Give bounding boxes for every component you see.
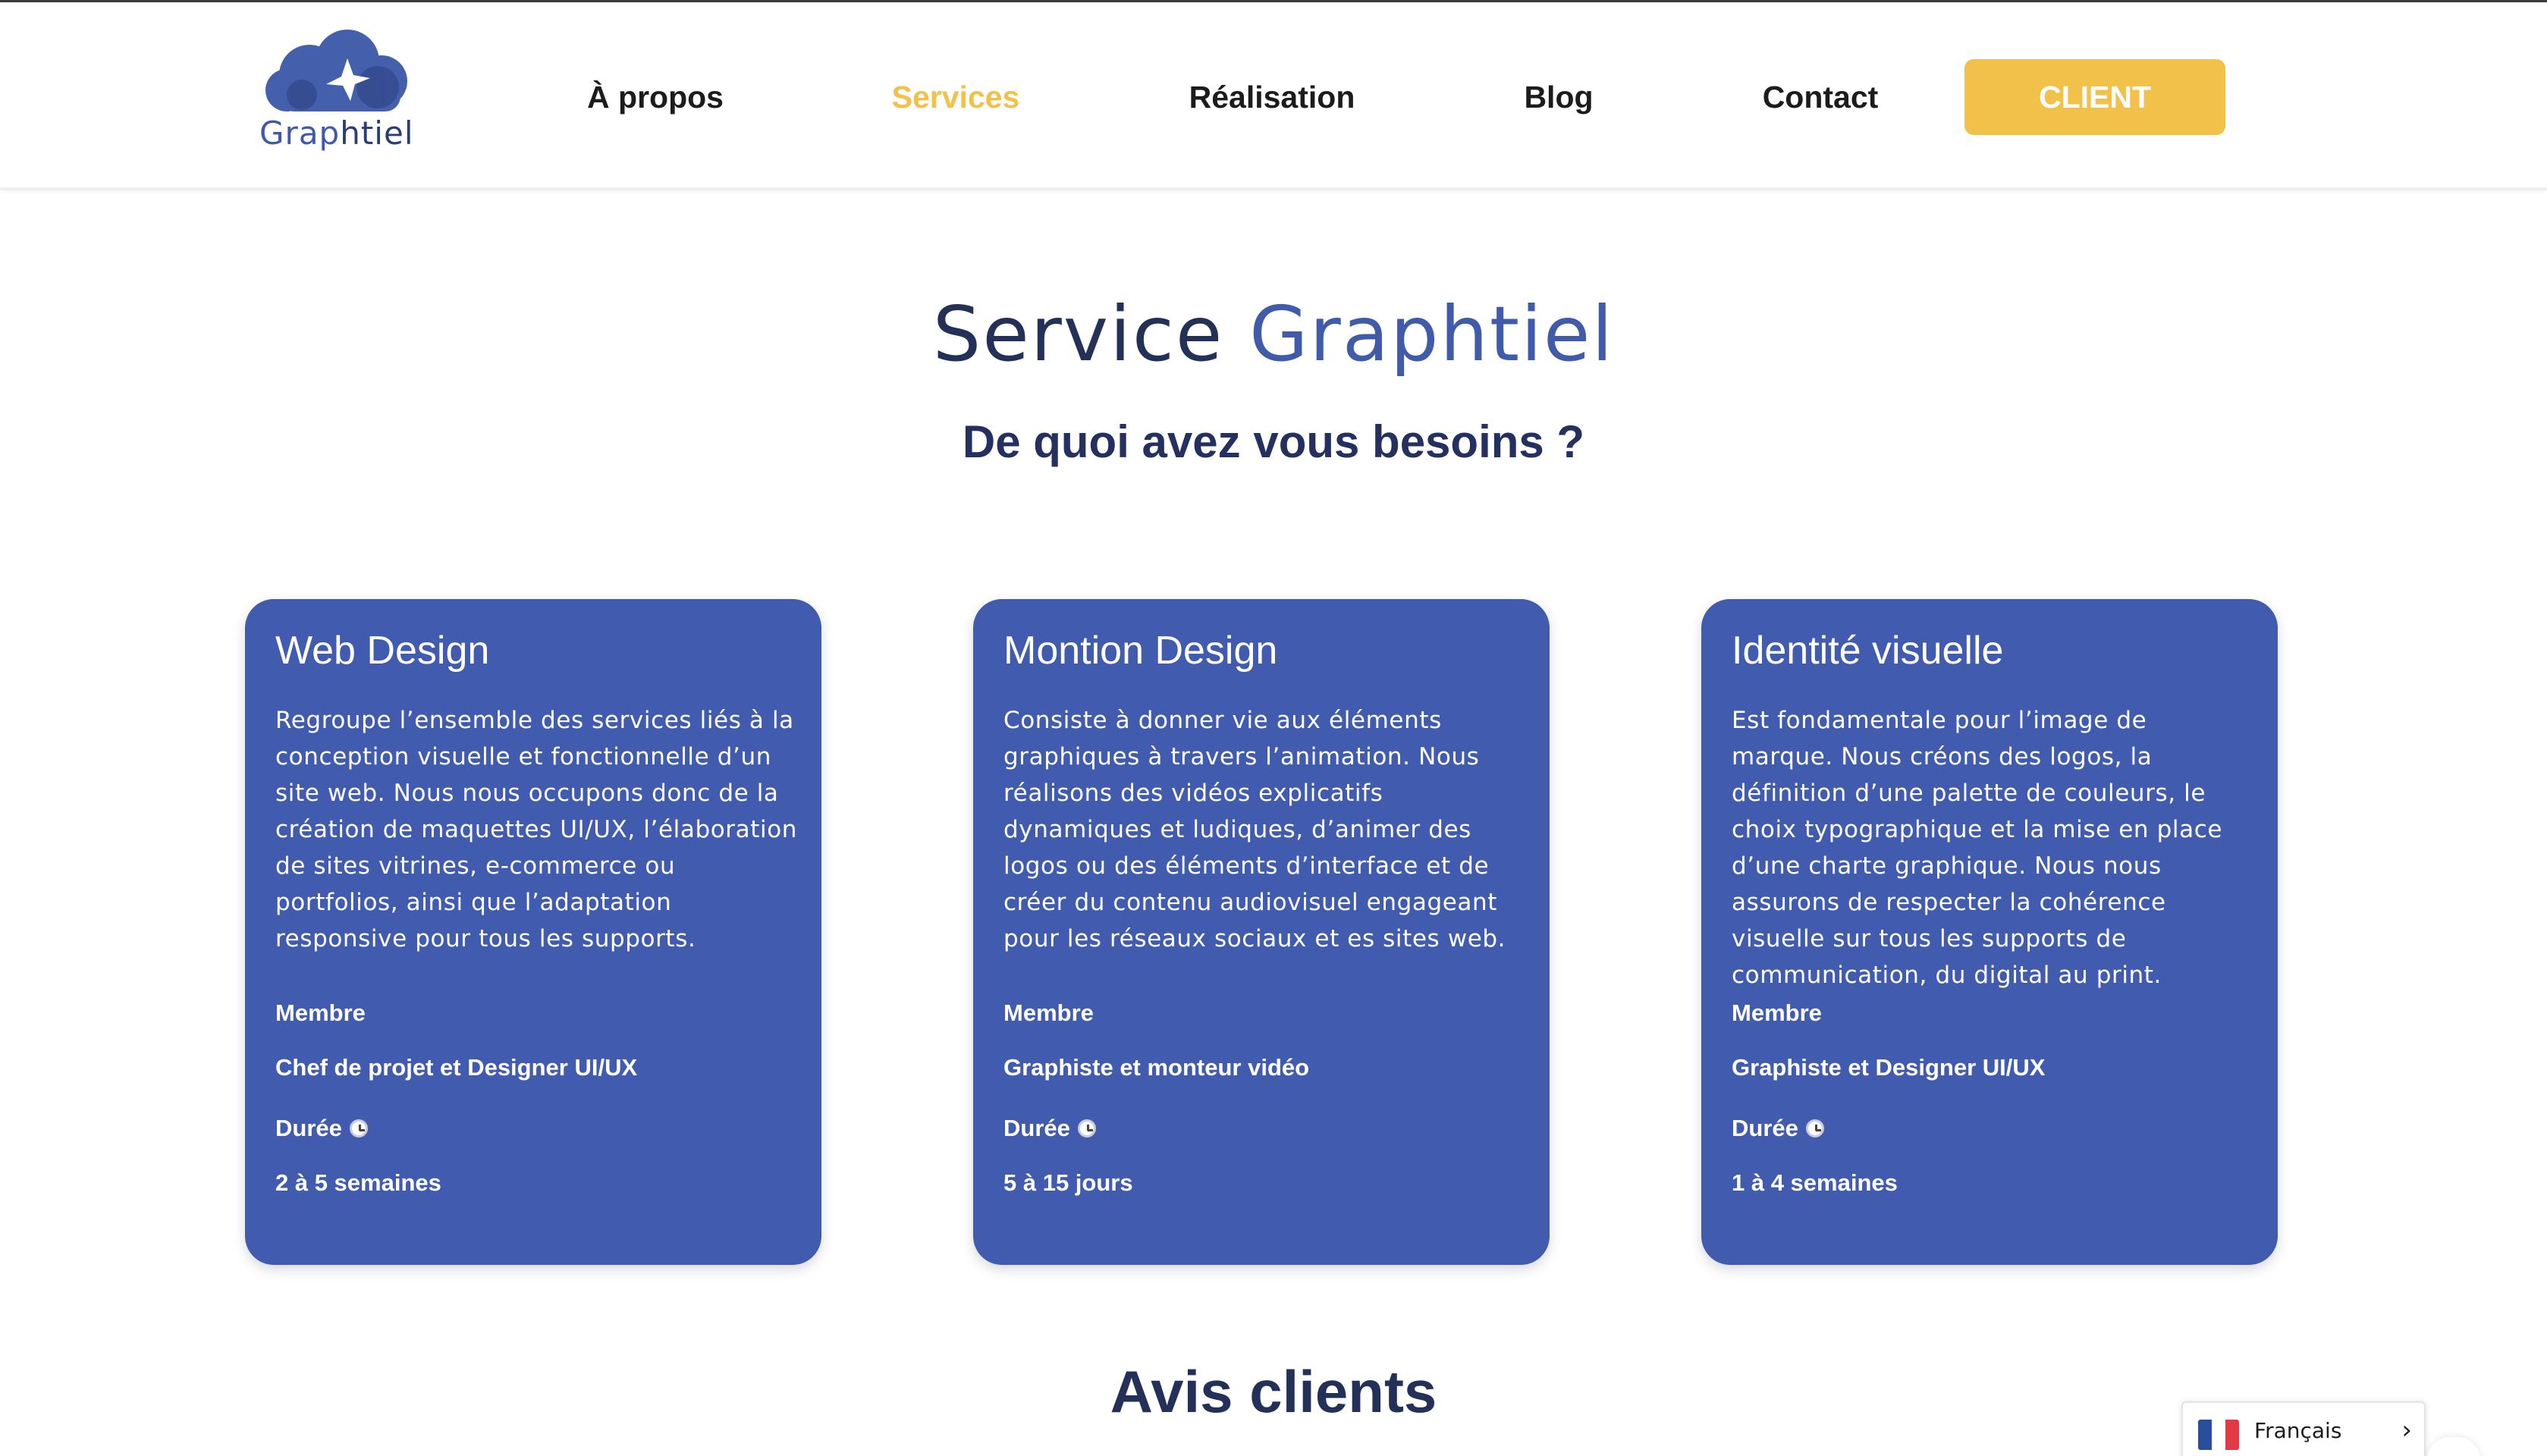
reviews-heading: Avis clients — [1110, 1358, 1437, 1425]
nav-services[interactable]: Services — [865, 75, 1047, 119]
language-label: Français — [2254, 1418, 2342, 1443]
site-header: Graphtiel À propos Services Réalisation … — [0, 2, 2547, 190]
chat-widget-edge[interactable] — [2427, 1437, 2480, 1456]
nav-contact[interactable]: Contact — [1745, 75, 1896, 119]
card-title: Identité visuelle — [1732, 629, 2004, 673]
duration-label: Durée — [1732, 1115, 1798, 1141]
title-part-graphtiel: Graphtiel — [1249, 290, 1615, 378]
card-title: Montion Design — [1003, 629, 1278, 673]
service-card-motion-design: Montion Design Consiste à donner vie aux… — [973, 599, 1550, 1265]
member-value: Graphiste et monteur vidéo — [1003, 1054, 1310, 1081]
duration-label-row: Durée — [1732, 1115, 1824, 1142]
france-flag-icon — [2198, 1420, 2239, 1450]
duration-label: Durée — [275, 1115, 342, 1141]
duration-label-row: Durée — [275, 1115, 368, 1142]
title-part-service: Service — [932, 290, 1224, 378]
clock-icon — [349, 1119, 368, 1138]
page-subtitle: De quoi avez vous besoins ? — [962, 416, 1585, 467]
language-switcher[interactable]: Français › — [2181, 1401, 2426, 1456]
duration-value: 5 à 15 jours — [1003, 1169, 1133, 1196]
duration-label-row: Durée — [1003, 1115, 1096, 1142]
member-label: Membre — [1732, 999, 1822, 1026]
clock-icon — [1805, 1119, 1824, 1138]
card-description: Est fondamentale pour l’image de marque.… — [1732, 707, 2223, 989]
duration-value: 1 à 4 semaines — [1732, 1169, 1898, 1196]
clock-icon — [1077, 1119, 1096, 1138]
member-label: Membre — [1003, 999, 1094, 1026]
service-card-web-design: Web Design Regroupe l’ensemble des servi… — [245, 599, 821, 1265]
service-card-identite-visuelle: Identité visuelle Est fondamentale pour … — [1701, 599, 2278, 1265]
member-value: Chef de projet et Designer UI/UX — [275, 1054, 638, 1081]
member-label: Membre — [275, 999, 366, 1026]
main-nav: À propos Services Réalisation Blog Conta… — [0, 2, 2547, 190]
nav-blog[interactable]: Blog — [1487, 75, 1631, 119]
member-value: Graphiste et Designer UI/UX — [1732, 1054, 2046, 1081]
duration-value: 2 à 5 semaines — [275, 1169, 441, 1196]
client-button[interactable]: CLIENT — [1964, 59, 2225, 135]
chevron-right-icon: › — [2401, 1415, 2412, 1445]
card-title: Web Design — [275, 629, 490, 673]
page-title: Service Graphtiel — [0, 290, 2547, 378]
card-description: Regroupe l’ensemble des services liés à … — [275, 707, 798, 952]
duration-label: Durée — [1003, 1115, 1070, 1141]
nav-realisation[interactable]: Réalisation — [1168, 75, 1376, 119]
nav-a-propos[interactable]: À propos — [561, 75, 749, 119]
card-description: Consiste à donner vie aux éléments graph… — [1003, 707, 1506, 952]
